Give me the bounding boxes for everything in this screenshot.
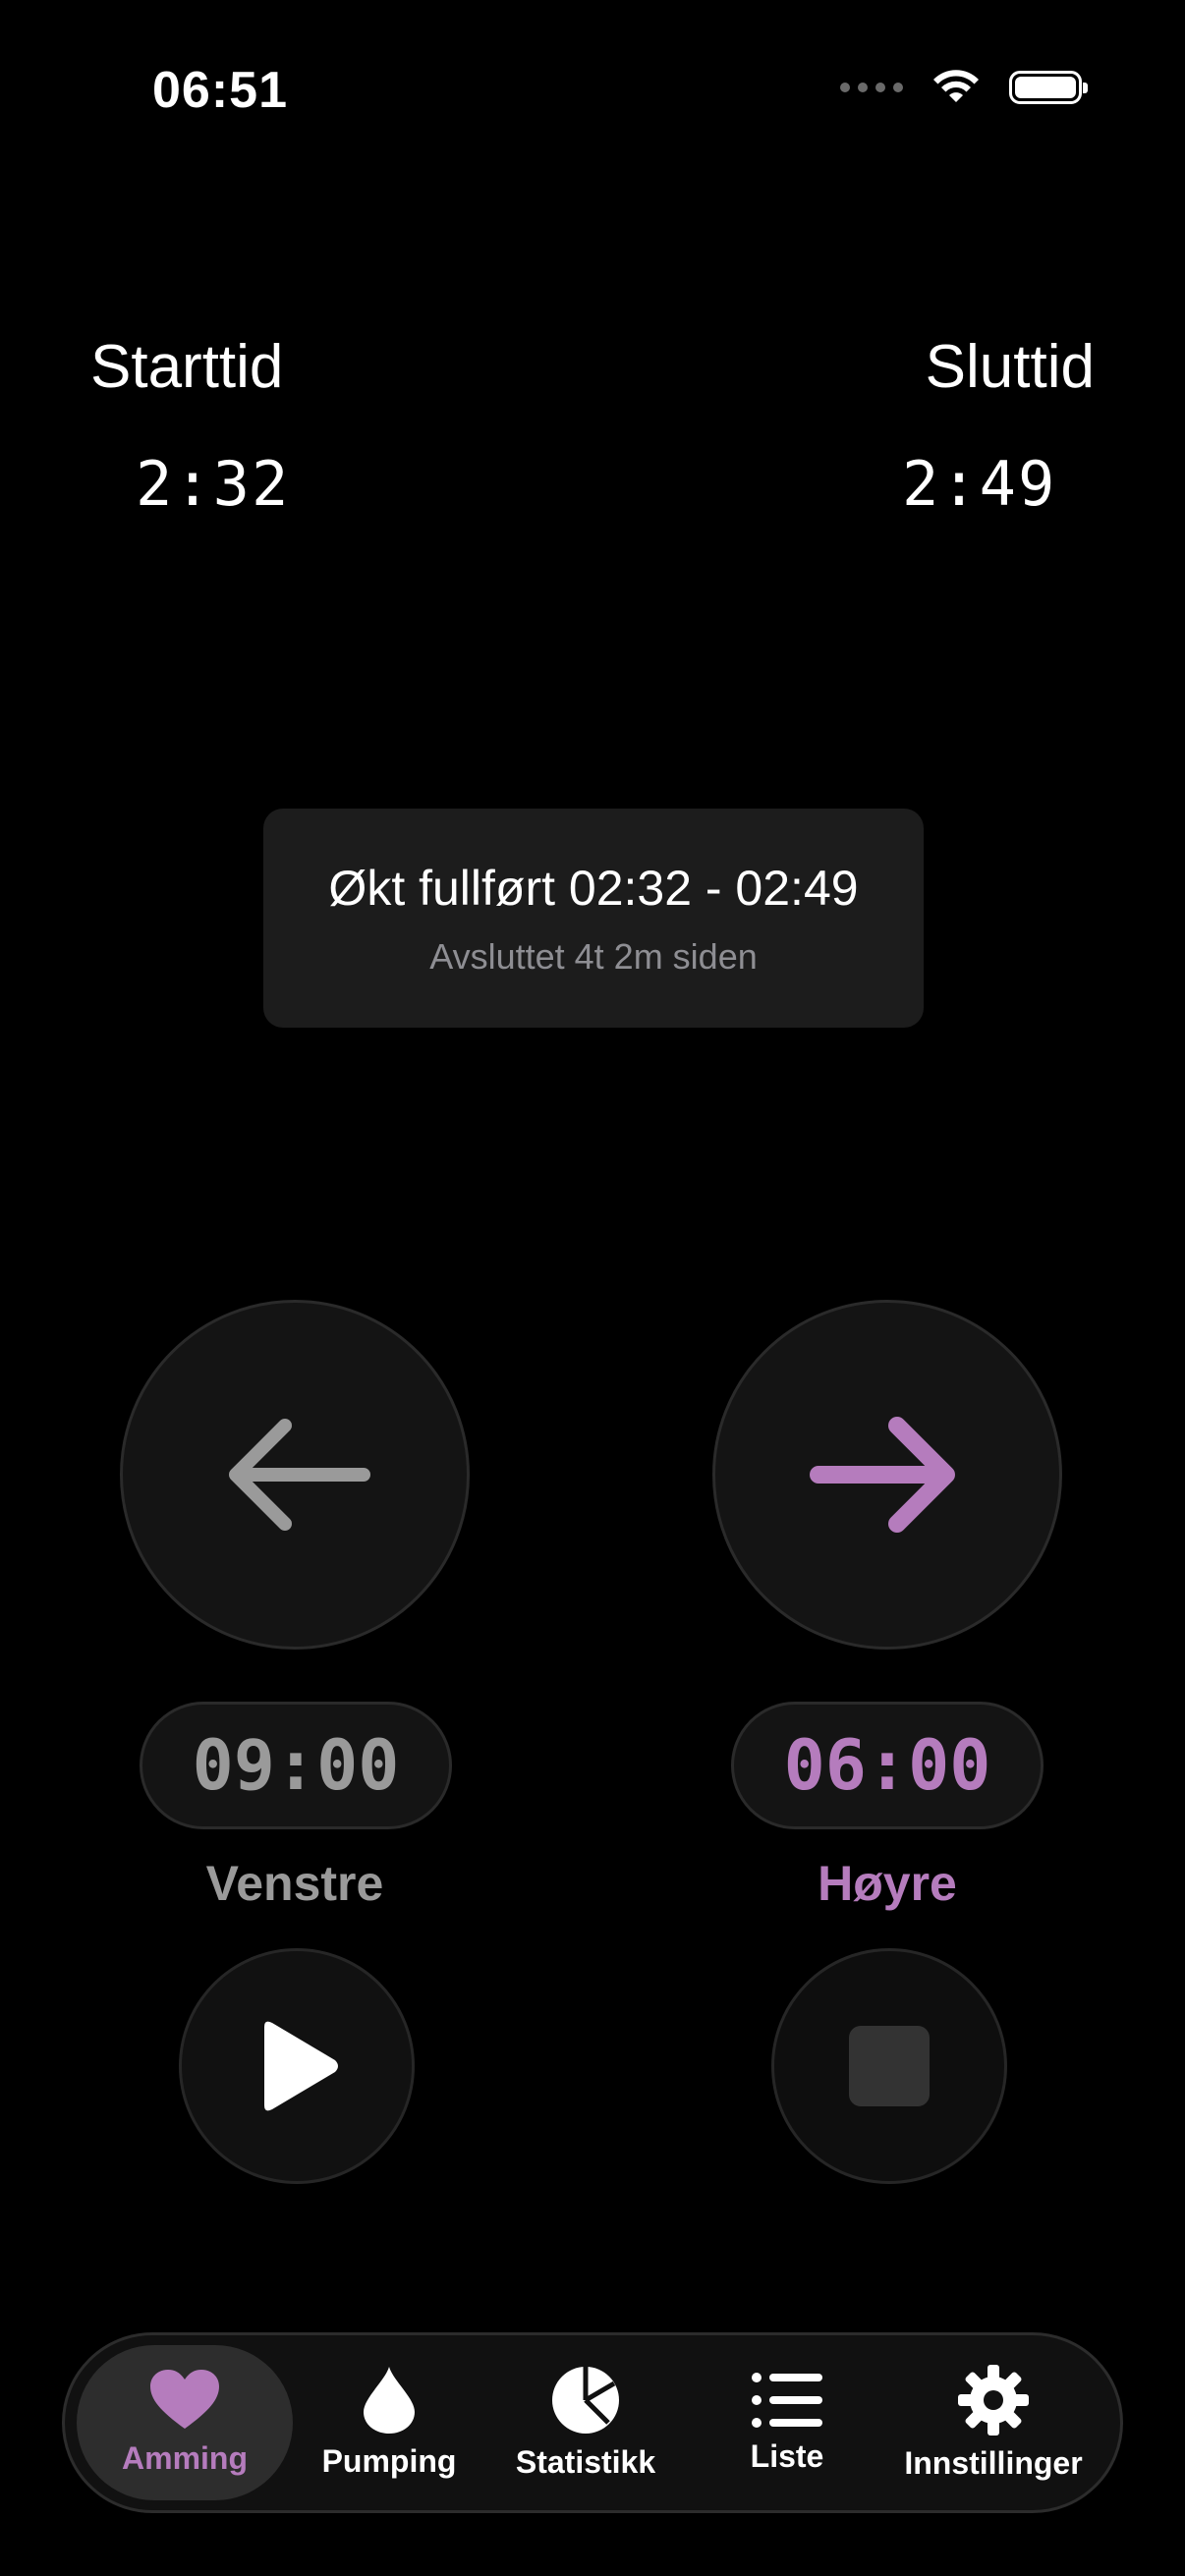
session-subtitle: Avsluttet 4t 2m siden — [429, 935, 758, 977]
battery-icon — [1009, 71, 1088, 104]
pie-chart-icon — [552, 2366, 619, 2434]
start-time-label: Starttid — [90, 333, 284, 401]
list-icon — [752, 2372, 822, 2428]
tab-label: Liste — [750, 2437, 824, 2474]
session-summary-card: Økt fullført 02:32 - 02:49 Avsluttet 4t … — [263, 809, 924, 1028]
status-time: 06:51 — [152, 62, 288, 119]
gear-icon — [958, 2364, 1029, 2436]
stop-icon — [849, 2026, 930, 2106]
left-label: Venstre — [205, 1856, 384, 1911]
session-title: Økt fullført 02:32 - 02:49 — [328, 860, 859, 916]
tab-label: Innstillinger — [904, 2444, 1083, 2481]
arrow-left-icon — [229, 1419, 370, 1531]
tab-statistikk[interactable]: Statistikk — [487, 2345, 684, 2500]
wifi-icon — [933, 70, 979, 102]
start-time-value[interactable]: 2:32 — [136, 448, 290, 520]
play-button[interactable] — [179, 1948, 415, 2184]
tab-innstillinger[interactable]: Innstillinger — [885, 2345, 1101, 2500]
end-time-value[interactable]: 2:49 — [902, 448, 1056, 520]
tab-bar: Amming Pumping Statistikk Liste Innstill… — [62, 2332, 1123, 2513]
right-label: Høyre — [818, 1856, 957, 1911]
tab-pumping[interactable]: Pumping — [301, 2345, 478, 2500]
tab-label: Amming — [122, 2439, 248, 2476]
tab-label: Pumping — [321, 2442, 457, 2479]
left-side-button[interactable] — [120, 1300, 470, 1650]
tab-label: Statistikk — [515, 2443, 656, 2480]
status-icons — [840, 69, 1088, 106]
heart-icon — [150, 2369, 219, 2429]
right-side-button[interactable] — [712, 1300, 1062, 1650]
arrow-right-icon — [810, 1417, 955, 1533]
tab-amming[interactable]: Amming — [77, 2345, 293, 2500]
end-time-label: Sluttid — [925, 333, 1095, 401]
signal-dots-icon — [840, 83, 903, 92]
stop-button[interactable] — [771, 1948, 1007, 2184]
play-icon — [264, 2021, 338, 2111]
drop-icon — [364, 2366, 415, 2434]
right-timer: 06:00 — [731, 1702, 1044, 1829]
tab-liste[interactable]: Liste — [704, 2345, 871, 2500]
left-timer: 09:00 — [140, 1702, 452, 1829]
